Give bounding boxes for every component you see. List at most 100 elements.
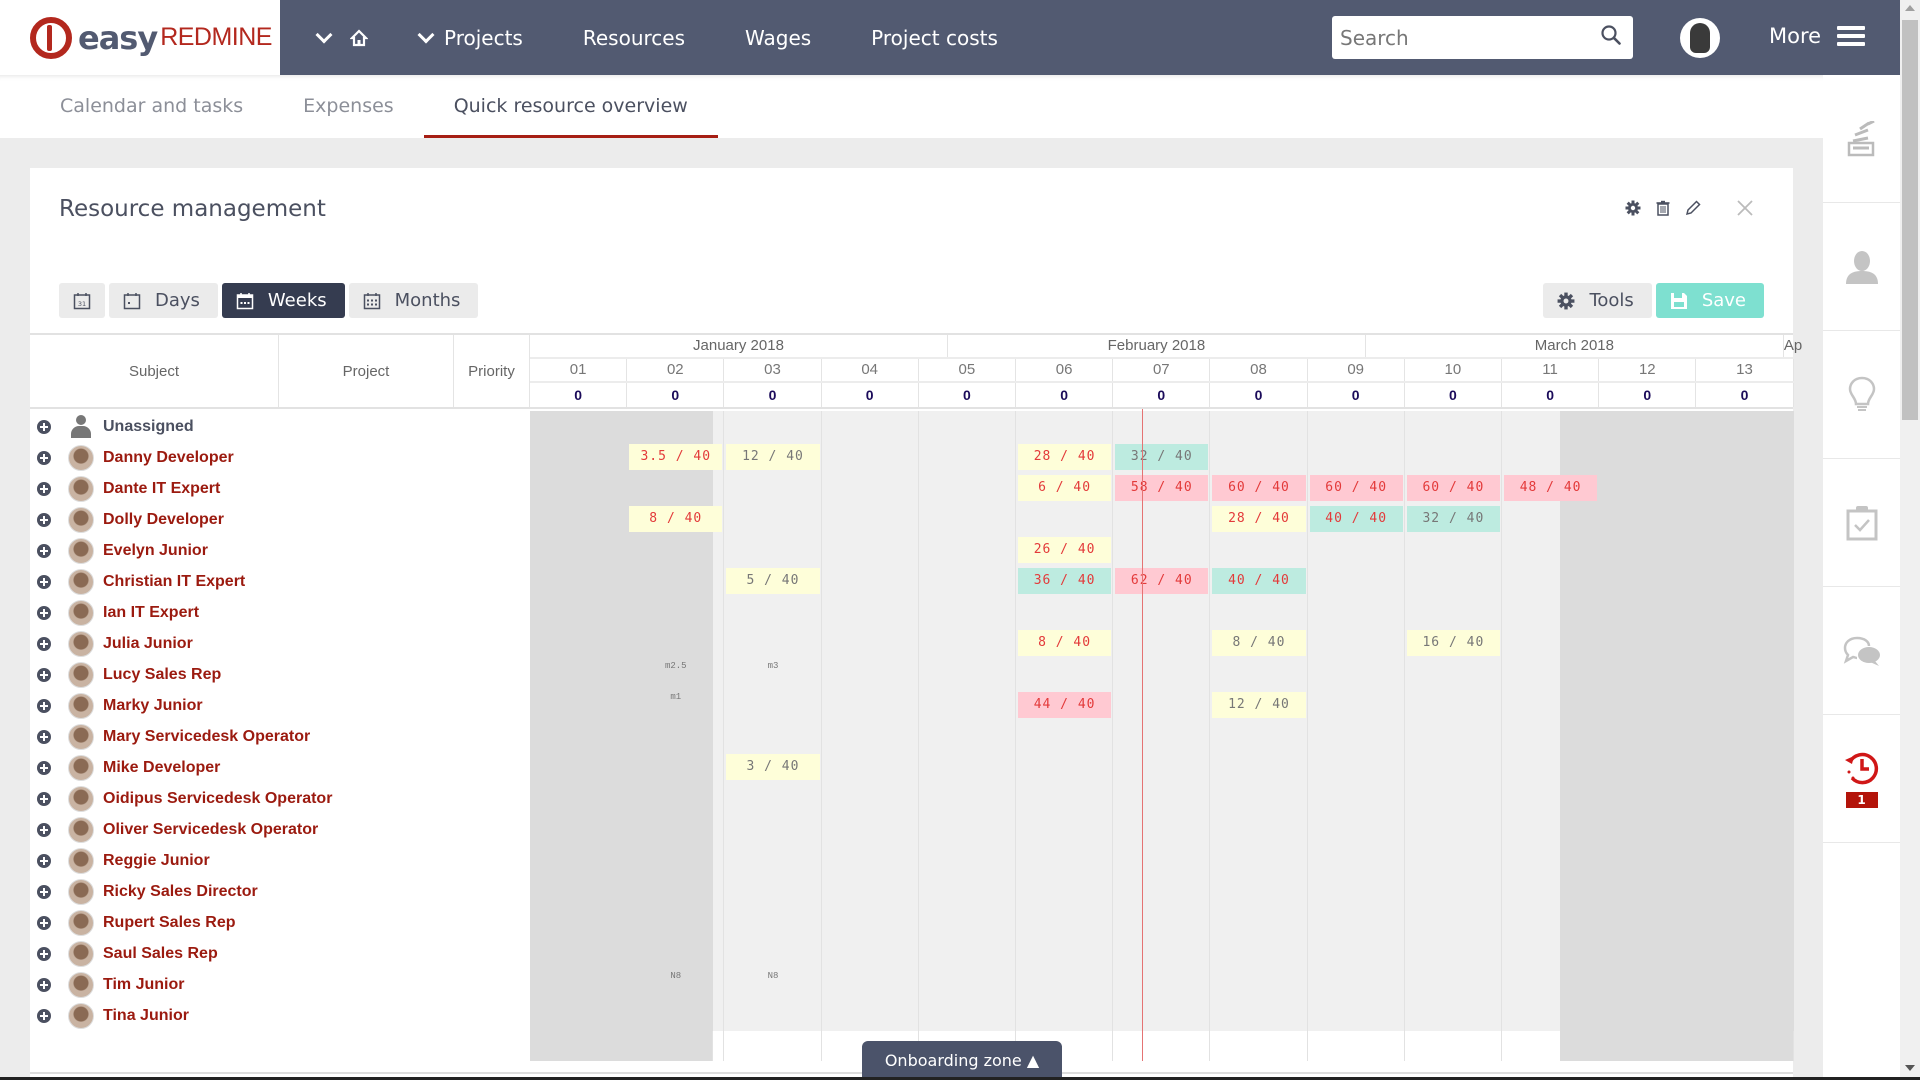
week-cell-bg[interactable]	[1210, 938, 1308, 969]
week-cell-bg[interactable]	[1307, 814, 1405, 845]
week-cell-bg[interactable]	[1113, 907, 1211, 938]
sidebar-ideas[interactable]	[1823, 331, 1900, 459]
week-cell-bg[interactable]	[1016, 814, 1114, 845]
week-cell-bg[interactable]	[724, 628, 822, 659]
allocation-cell[interactable]: 36 / 40	[1018, 568, 1112, 594]
week-cell-bg[interactable]	[724, 690, 822, 721]
user-avatar[interactable]	[1680, 18, 1720, 58]
expand-plus-icon[interactable]	[37, 729, 51, 744]
week-cell-bg[interactable]	[1113, 752, 1211, 783]
week-cell-bg[interactable]	[1307, 907, 1405, 938]
week-cell-bg[interactable]	[1307, 690, 1405, 721]
week-cell-bg[interactable]	[1404, 535, 1502, 566]
week-cell-bg[interactable]	[1113, 938, 1211, 969]
week-cell-bg[interactable]	[1307, 938, 1405, 969]
allocation-cell[interactable]: 28 / 40	[1212, 506, 1306, 532]
user-name-link[interactable]: Evelyn Junior	[103, 542, 208, 560]
months-view-button[interactable]: Months	[348, 283, 479, 318]
week-cell-bg[interactable]	[1307, 783, 1405, 814]
week-cell-bg[interactable]	[1113, 814, 1211, 845]
week-cell-bg[interactable]	[1113, 504, 1211, 535]
week-cell-bg[interactable]	[918, 876, 1016, 907]
week-cell-bg[interactable]	[1404, 752, 1502, 783]
sidebar-user[interactable]	[1823, 203, 1900, 331]
week-cell-bg[interactable]	[1016, 411, 1114, 442]
week-cell-bg[interactable]	[918, 597, 1016, 628]
tab-expenses[interactable]: Expenses	[273, 75, 424, 138]
week-cell-bg[interactable]	[724, 411, 822, 442]
today-button[interactable]: 31	[59, 283, 105, 318]
allocation-cell[interactable]: 60 / 40	[1212, 475, 1306, 501]
week-cell-bg[interactable]	[1404, 442, 1502, 473]
week-header[interactable]: 09	[1308, 359, 1405, 381]
week-cell-bg[interactable]	[821, 566, 919, 597]
allocation-cell[interactable]: 5 / 40	[726, 568, 820, 594]
user-name-link[interactable]: Reggie Junior	[103, 852, 210, 870]
user-name-link[interactable]: Tina Junior	[103, 1007, 189, 1025]
week-cell-bg[interactable]	[821, 1000, 919, 1031]
week-cell-bg[interactable]	[724, 535, 822, 566]
week-cell-bg[interactable]	[1113, 969, 1211, 1000]
allocation-cell[interactable]: 28 / 40	[1018, 444, 1112, 470]
allocation-cell[interactable]: 3.5 / 40	[629, 444, 723, 470]
week-cell-bg[interactable]	[918, 535, 1016, 566]
user-name-link[interactable]: Ricky Sales Director	[103, 883, 258, 901]
week-cell-bg[interactable]	[1210, 535, 1308, 566]
week-cell-bg[interactable]	[821, 845, 919, 876]
allocation-cell[interactable]: 8 / 40	[1212, 630, 1306, 656]
week-cell-bg[interactable]	[1210, 845, 1308, 876]
allocation-cell[interactable]: 60 / 40	[1406, 475, 1500, 501]
close-icon[interactable]	[1735, 198, 1755, 218]
nav-resources[interactable]: Resources	[583, 26, 685, 50]
search-icon[interactable]	[1601, 25, 1621, 45]
week-cell-bg[interactable]	[1113, 411, 1211, 442]
expand-plus-icon[interactable]	[37, 574, 51, 589]
scroll-up-arrow-icon[interactable]	[1905, 5, 1915, 11]
column-project[interactable]: Project	[279, 335, 454, 407]
week-cell-bg[interactable]	[1210, 411, 1308, 442]
week-cell-bg[interactable]	[918, 845, 1016, 876]
week-cell-bg[interactable]	[918, 442, 1016, 473]
home-menu[interactable]	[314, 26, 368, 47]
week-cell-bg[interactable]	[1307, 659, 1405, 690]
week-cell-bg[interactable]	[1016, 597, 1114, 628]
expand-plus-icon[interactable]	[37, 977, 51, 992]
user-name-link[interactable]: Danny Developer	[103, 449, 234, 467]
week-cell-bg[interactable]	[1210, 752, 1308, 783]
week-cell-bg[interactable]	[1113, 659, 1211, 690]
week-cell-bg[interactable]	[1404, 969, 1502, 1000]
week-cell-bg[interactable]	[1113, 690, 1211, 721]
week-cell-bg[interactable]	[1307, 721, 1405, 752]
expand-plus-icon[interactable]	[37, 543, 51, 558]
week-cell-bg[interactable]	[1016, 969, 1114, 1000]
user-name-link[interactable]: Ian IT Expert	[103, 604, 199, 622]
week-cell-bg[interactable]	[821, 969, 919, 1000]
allocation-cell[interactable]: 16 / 40	[1406, 630, 1500, 656]
week-cell-bg[interactable]	[1404, 659, 1502, 690]
week-cell-bg[interactable]	[1404, 938, 1502, 969]
expand-plus-icon[interactable]	[37, 450, 51, 465]
allocation-cell[interactable]: 62 / 40	[1115, 568, 1209, 594]
week-header[interactable]: 10	[1405, 359, 1502, 381]
expand-plus-icon[interactable]	[37, 698, 51, 713]
allocation-cell[interactable]: 6 / 40	[1018, 475, 1112, 501]
week-cell-bg[interactable]	[724, 845, 822, 876]
week-header[interactable]: 11	[1502, 359, 1600, 381]
allocation-cell[interactable]: 12 / 40	[726, 444, 820, 470]
week-header[interactable]: 13	[1696, 359, 1794, 381]
week-cell-bg[interactable]	[1113, 876, 1211, 907]
user-name-link[interactable]: Julia Junior	[103, 635, 193, 653]
week-cell-bg[interactable]	[724, 473, 822, 504]
week-cell-bg[interactable]	[1210, 969, 1308, 1000]
user-name-link[interactable]: Dante IT Expert	[103, 480, 220, 498]
allocation-cell[interactable]: 12 / 40	[1212, 692, 1306, 718]
expand-plus-icon[interactable]	[37, 791, 51, 806]
expand-plus-icon[interactable]	[37, 512, 51, 527]
week-cell-bg[interactable]	[918, 907, 1016, 938]
search-input[interactable]	[1332, 17, 1582, 58]
week-cell-bg[interactable]	[1113, 783, 1211, 814]
allocation-cell[interactable]: 58 / 40	[1115, 475, 1209, 501]
week-header[interactable]: 12	[1599, 359, 1697, 381]
week-cell-bg[interactable]	[1210, 783, 1308, 814]
save-button[interactable]: Save	[1655, 283, 1764, 318]
